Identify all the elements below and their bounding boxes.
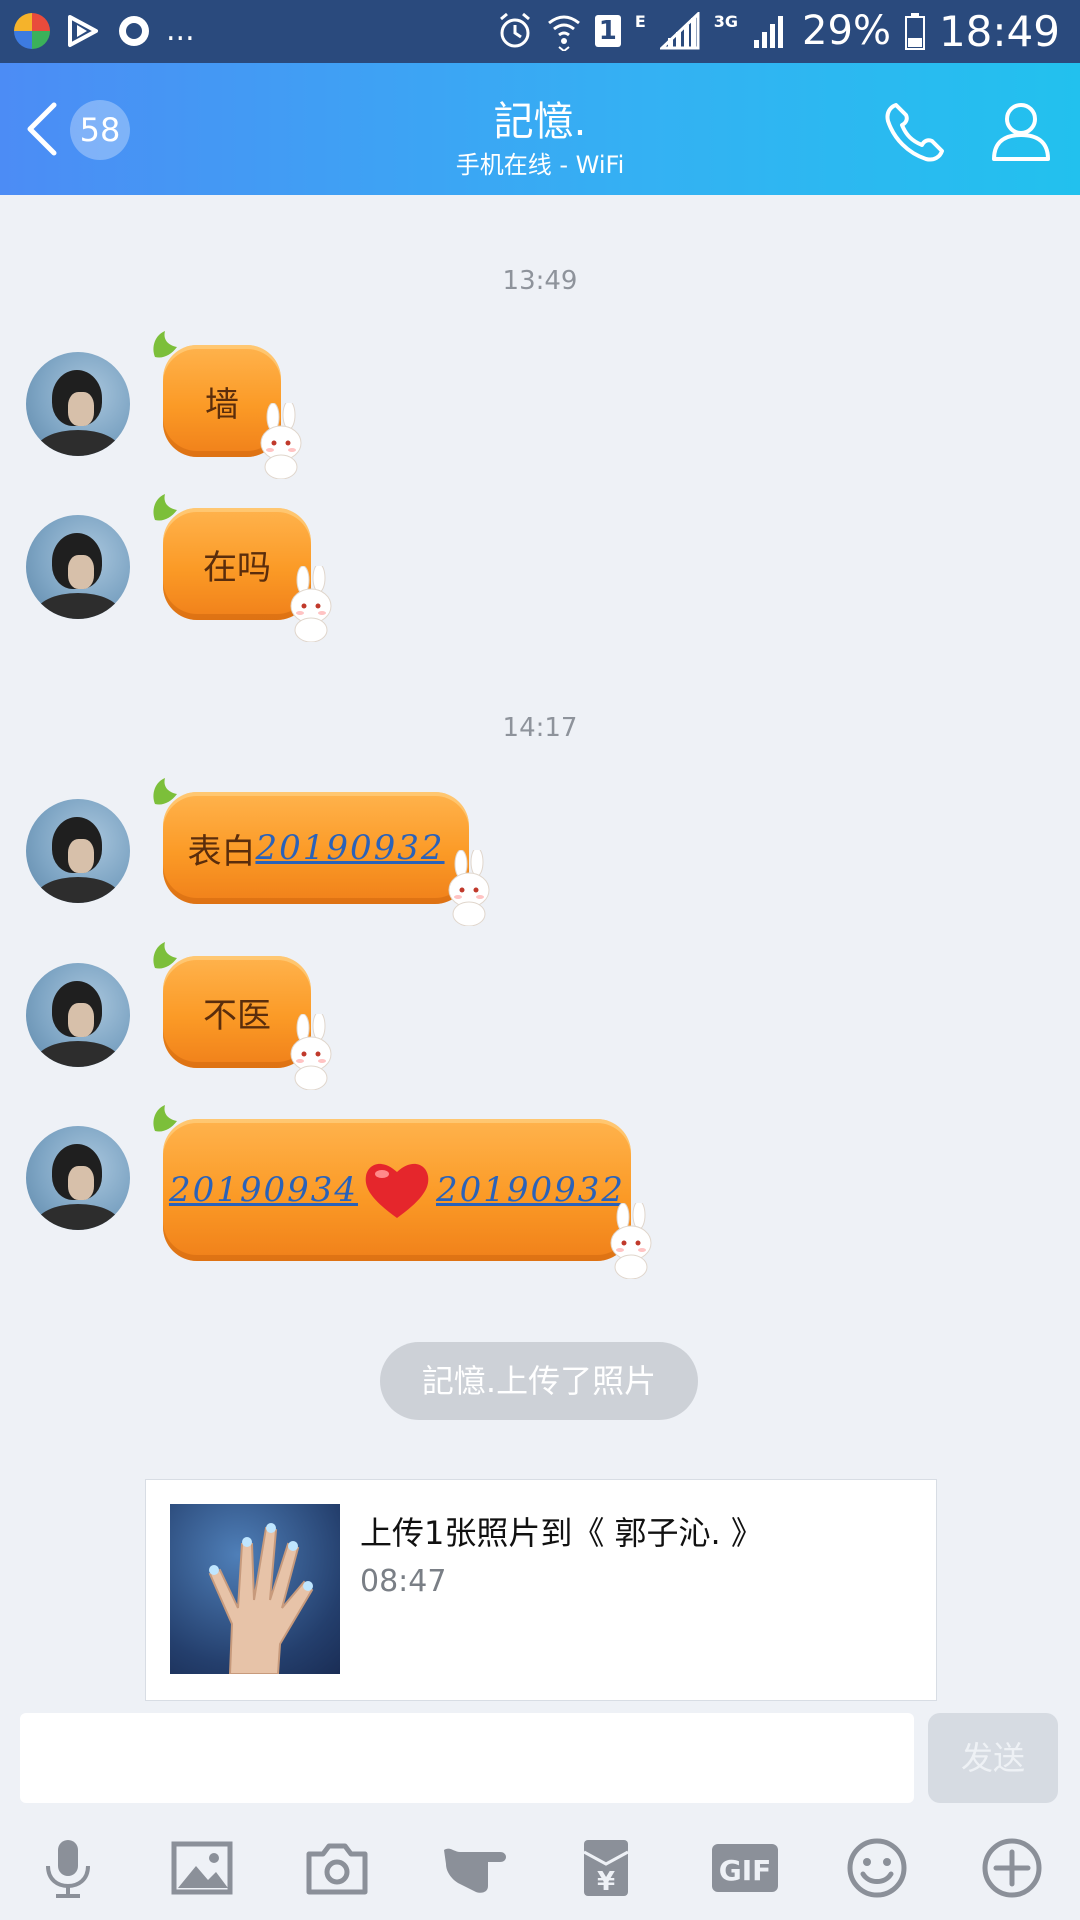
message-bubble[interactable]: 20190934 20190932 [153, 1105, 652, 1279]
carrot-leaf-icon [153, 942, 177, 969]
message-bubble[interactable]: 墙 [153, 331, 302, 479]
photo-upload-card[interactable]: 上传1张照片到《 郭子沁. 》 08:47 [145, 1479, 937, 1701]
hand-photo-icon [208, 1523, 314, 1674]
bunny-sticker-icon [610, 1203, 652, 1279]
number-link[interactable]: 20190932 [255, 828, 444, 868]
alarm-icon [499, 12, 530, 48]
timestamp: 14:17 [502, 713, 578, 743]
qq-browser-icon [119, 16, 149, 46]
timestamp: 13:49 [502, 266, 578, 296]
carrot-leaf-icon [153, 494, 177, 521]
carrot-leaf-icon [153, 778, 177, 805]
more-notifications: ... [166, 13, 195, 48]
message-text: 不医 [203, 995, 271, 1036]
gif-icon[interactable]: GIF [710, 1836, 780, 1900]
photo-card-time: 08:47 [360, 1564, 447, 1599]
number-link[interactable]: 20190934 [169, 1170, 358, 1210]
camera-icon[interactable] [305, 1836, 369, 1900]
message-input[interactable] [20, 1713, 914, 1803]
system-notice: 記憶.上传了照片 [380, 1342, 698, 1420]
poke-icon[interactable] [440, 1836, 510, 1900]
avatar[interactable] [26, 963, 130, 1067]
bunny-sticker-icon [290, 1014, 332, 1090]
network-3g-label: 3G [713, 12, 739, 31]
sim-indicator: 1 [594, 15, 621, 47]
avatar[interactable] [26, 515, 130, 619]
network-e-label: E [634, 12, 646, 31]
message-bubble[interactable]: 表白 20190932 [153, 778, 490, 926]
wifi-icon [547, 15, 580, 51]
microphone-icon[interactable] [36, 1836, 100, 1900]
bunny-sticker-icon [290, 566, 332, 642]
clock: 18:49 [938, 6, 1060, 56]
battery-percent: 29% [802, 8, 891, 54]
message-text: 表白 [187, 831, 256, 872]
battery-icon [904, 13, 925, 50]
bunny-sticker-icon [448, 850, 490, 926]
avatar[interactable] [26, 1126, 130, 1230]
gif-label: GIF [719, 1854, 772, 1887]
video-play-icon [68, 15, 98, 47]
red-packet-label: ¥ [597, 1867, 615, 1897]
send-button[interactable]: 发送 [928, 1713, 1058, 1803]
carrot-leaf-icon [153, 1105, 177, 1132]
photo-card-title: 上传1张照片到《 郭子沁. 》 [360, 1514, 763, 1552]
avatar[interactable] [26, 352, 130, 456]
carrot-leaf-icon [153, 331, 177, 358]
message-bubble[interactable]: 在吗 [153, 494, 332, 642]
red-packet-icon[interactable]: ¥ [574, 1836, 638, 1900]
message-bubble[interactable]: 不医 [153, 942, 332, 1090]
plus-icon[interactable] [980, 1836, 1044, 1900]
image-icon[interactable] [170, 1836, 234, 1900]
bunny-sticker-icon [260, 403, 302, 479]
chat-header: 58 記憶. 手机在线 - WiFi [0, 63, 1080, 195]
message-text: 墙 [205, 384, 239, 425]
heart-icon [365, 1163, 429, 1218]
input-toolbar: ¥ GIF [0, 1820, 1080, 1920]
phone-call-icon[interactable] [882, 99, 948, 165]
avatar[interactable] [26, 799, 130, 903]
number-link[interactable]: 20190932 [436, 1170, 625, 1210]
profile-icon[interactable] [988, 97, 1054, 163]
colorful-ball-icon [14, 13, 50, 49]
photo-thumbnail[interactable] [170, 1504, 340, 1674]
message-text: 在吗 [203, 547, 271, 588]
emoji-icon[interactable] [845, 1836, 909, 1900]
status-bar: ... 1 E 3G 29% 18:49 [0, 0, 1080, 63]
signal-icon [659, 12, 700, 50]
signal-icon-2 [754, 16, 784, 48]
